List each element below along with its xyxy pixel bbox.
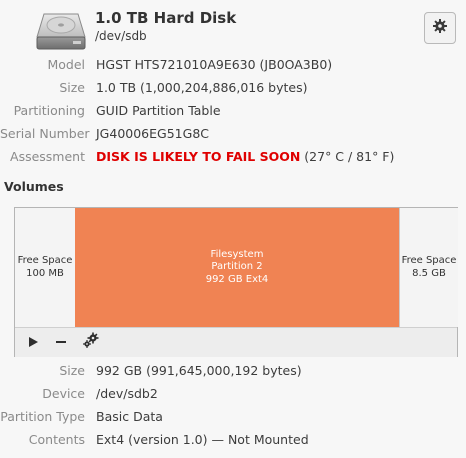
segment-label: Free Space — [401, 255, 457, 266]
size-label: Size — [59, 80, 85, 95]
minus-icon — [55, 333, 67, 352]
assessment-label: Assessment — [10, 149, 85, 164]
partition-2-segment[interactable]: Filesystem Partition 2 992 GB Ext4 — [75, 208, 399, 327]
device-value: /dev/sdb2 — [96, 386, 158, 401]
gears-icon — [82, 331, 100, 353]
segment-size: 100 MB — [26, 267, 64, 279]
partitioning-label: Partitioning — [13, 103, 85, 118]
assessment-temperature: (27° C / 81° F) — [300, 149, 395, 164]
serial-number-label: Serial Number — [0, 126, 90, 141]
segment-size: 8.5 GB — [412, 267, 446, 279]
disk-menu-button[interactable] — [424, 12, 456, 44]
size-value: 1.0 TB (1,000,204,886,016 bytes) — [96, 80, 308, 95]
segment-label: Free Space — [17, 255, 73, 266]
partition-type-value: Basic Data — [96, 409, 163, 424]
volumes-panel: Free Space 100 MB Filesystem Partition 2… — [14, 207, 458, 357]
disk-device-path: /dev/sdb — [95, 29, 147, 43]
free-space-segment-2[interactable]: Free Space 8.5 GB — [399, 208, 458, 327]
assessment-value: DISK IS LIKELY TO FAIL SOON (27° C / 81°… — [96, 149, 394, 164]
segment-size: 992 GB Ext4 — [205, 273, 269, 285]
mount-button[interactable] — [24, 333, 42, 351]
volume-toolbar — [15, 327, 457, 357]
disk-title: 1.0 TB Hard Disk — [95, 9, 237, 27]
gear-icon — [432, 18, 448, 38]
hard-disk-icon — [36, 10, 86, 52]
segment-label: Filesystem — [210, 248, 264, 260]
volumes-heading: Volumes — [4, 179, 64, 194]
partition-type-label: Partition Type — [0, 409, 85, 424]
play-icon — [27, 333, 39, 352]
serial-number-value: JG40006EG51G8C — [96, 126, 209, 141]
delete-partition-button[interactable] — [52, 333, 70, 351]
partition-size-label: Size — [59, 363, 85, 378]
more-actions-button[interactable] — [82, 331, 100, 353]
partitioning-value: GUID Partition Table — [96, 103, 221, 118]
device-label: Device — [42, 386, 85, 401]
contents-value: Ext4 (version 1.0) — Not Mounted — [96, 432, 309, 447]
partition-size-value: 992 GB (991,645,000,192 bytes) — [96, 363, 302, 378]
segment-name: Partition 2 — [211, 261, 263, 273]
volume-map: Free Space 100 MB Filesystem Partition 2… — [15, 208, 458, 327]
contents-label: Contents — [28, 432, 85, 447]
model-value: HGST HTS721010A9E630 (JB0OA3B0) — [96, 57, 333, 72]
assessment-warning: DISK IS LIKELY TO FAIL SOON — [96, 149, 301, 164]
model-label: Model — [47, 57, 85, 72]
free-space-segment-1[interactable]: Free Space 100 MB — [15, 208, 76, 327]
